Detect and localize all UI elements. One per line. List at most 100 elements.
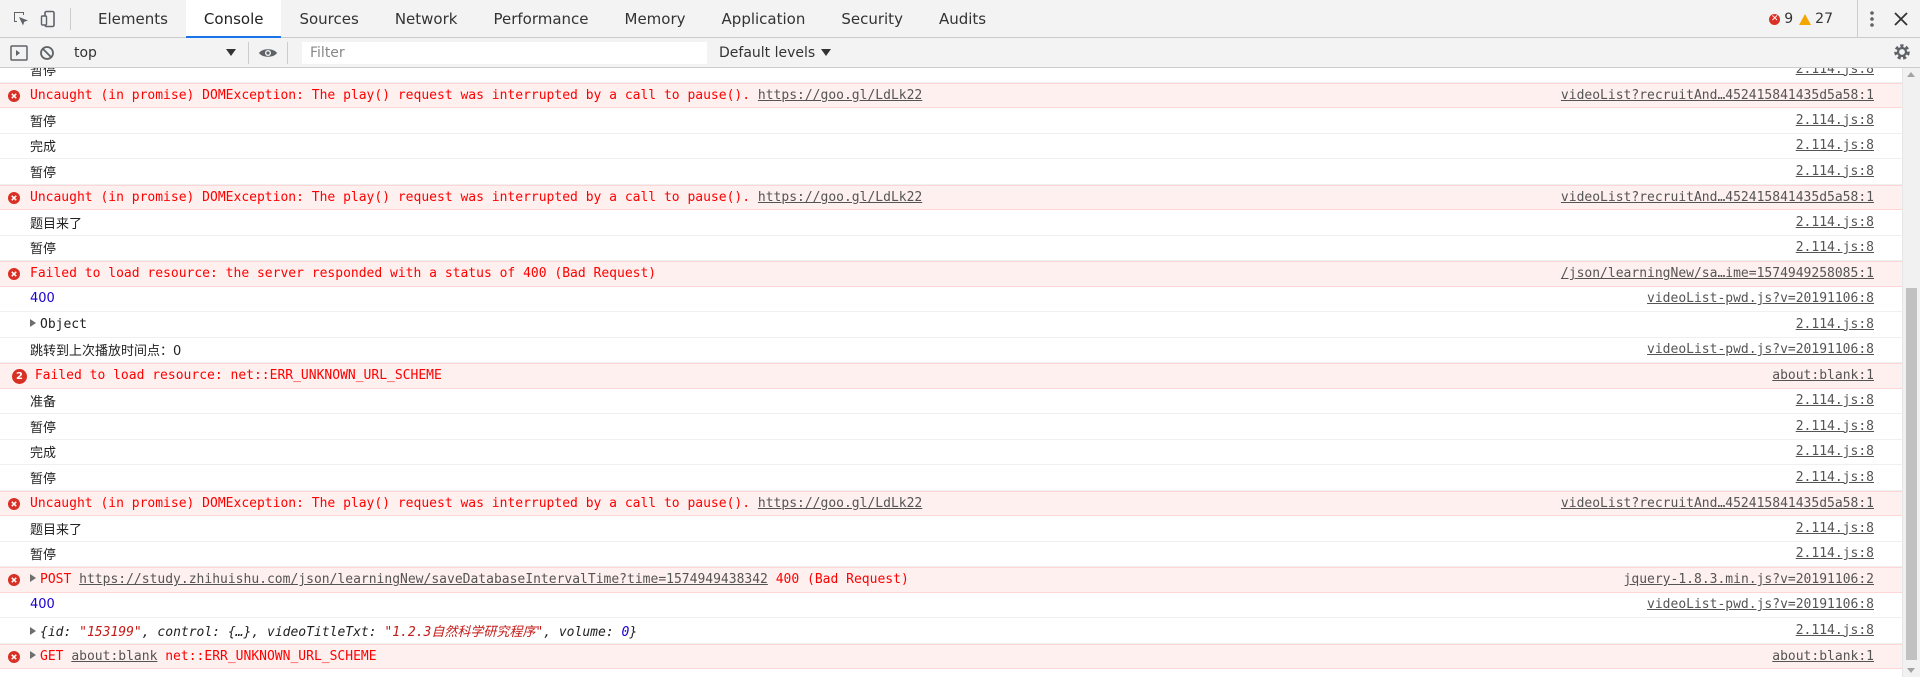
source-link[interactable]: videoList?recruitAnd…452415841435d5a58:1	[1561, 496, 1874, 511]
source-link[interactable]: 2.114.js:8	[1796, 623, 1874, 638]
source-link[interactable]: 2.114.js:8	[1796, 393, 1874, 408]
source-link[interactable]: 2.114.js:8	[1796, 113, 1874, 128]
request-status: 400 (Bad Request)	[767, 572, 909, 588]
source-link[interactable]: 2.114.js:8	[1796, 68, 1874, 77]
source-link[interactable]: about:blank:1	[1772, 368, 1874, 383]
request-url-link[interactable]: https://study.zhihuishu.com/json/learnin…	[79, 572, 768, 587]
console-scrollbar[interactable]	[1902, 68, 1920, 677]
error-help-link[interactable]: https://goo.gl/LdLk22	[758, 88, 922, 103]
console-log-row: 400 videoList-pwd.js?v=20191106:8	[0, 593, 1902, 618]
error-count: 9	[1784, 11, 1794, 27]
tab-elements[interactable]: Elements	[80, 0, 186, 38]
error-help-link[interactable]: https://goo.gl/LdLk22	[758, 190, 922, 205]
scroll-down-arrow-icon[interactable]	[1907, 668, 1915, 673]
source-link[interactable]: 2.114.js:8	[1796, 138, 1874, 153]
log-number: 400	[30, 291, 55, 307]
console-log-row: 跳转到上次播放时间点：0 videoList-pwd.js?v=20191106:…	[0, 338, 1902, 363]
source-link[interactable]: videoList-pwd.js?v=20191106:8	[1647, 342, 1874, 357]
log-message: 题目来了	[30, 522, 83, 538]
issue-counts[interactable]: ✕ 9 27	[1769, 11, 1839, 27]
tab-performance[interactable]: Performance	[475, 0, 606, 38]
source-link[interactable]: 2.114.js:8	[1796, 240, 1874, 255]
source-link[interactable]: 2.114.js:8	[1796, 215, 1874, 230]
source-link[interactable]: 2.114.js:8	[1796, 317, 1874, 332]
show-sidebar-icon[interactable]	[8, 42, 30, 64]
scrollbar-thumb[interactable]	[1906, 288, 1917, 660]
request-status: net::ERR_UNKNOWN_URL_SCHEME	[157, 648, 377, 664]
log-message: 题目来了	[30, 216, 83, 232]
source-link[interactable]: 2.114.js:8	[1796, 521, 1874, 536]
request-method: GET	[40, 648, 64, 664]
expand-triangle-icon[interactable]	[30, 650, 36, 659]
inspect-element-icon[interactable]	[10, 8, 32, 30]
error-icon-wrap	[8, 574, 20, 590]
tab-network[interactable]: Network	[377, 0, 476, 38]
source-link[interactable]: 2.114.js:8	[1796, 444, 1874, 459]
source-link[interactable]: videoList-pwd.js?v=20191106:8	[1647, 597, 1874, 612]
chevron-down-icon	[226, 48, 236, 56]
message-body: 完成	[30, 442, 56, 461]
panel-tabs: Elements Console Sources Network Performance…	[80, 0, 1004, 38]
log-message: 暂停	[30, 471, 57, 487]
message-body: {id: "153199", control: {…}, videoTitleT…	[30, 621, 637, 640]
object-key: , control: {…},	[141, 624, 267, 640]
filter-input[interactable]	[302, 41, 707, 64]
message-body: Uncaught (in promise) DOMException: The …	[30, 496, 922, 511]
object-string-value: "1.2.3自然科学研究程序"	[384, 624, 544, 640]
error-message: Uncaught (in promise) DOMException: The …	[30, 87, 758, 103]
console-settings-gear-icon[interactable]	[1892, 42, 1912, 66]
more-options-icon[interactable]	[1857, 0, 1886, 38]
source-link[interactable]: videoList-pwd.js?v=20191106:8	[1647, 291, 1874, 306]
log-message: 完成	[30, 140, 57, 156]
message-body: 题目来了	[30, 519, 82, 538]
device-toolbar-icon[interactable]	[38, 8, 60, 30]
log-levels-label: Default levels	[719, 44, 816, 61]
object-key: videoTitleTxt:	[267, 624, 385, 640]
source-link[interactable]: /json/learningNew/sa…ime=1574949258085:1	[1561, 266, 1874, 281]
request-url-link[interactable]: about:blank	[71, 649, 157, 664]
tab-sources[interactable]: Sources	[281, 0, 376, 38]
error-help-link[interactable]: https://goo.gl/LdLk22	[758, 496, 922, 511]
source-link[interactable]: videoList?recruitAnd…452415841435d5a58:1	[1561, 88, 1874, 103]
console-log-row: 题目来了 2.114.js:8	[0, 210, 1902, 236]
tab-audits[interactable]: Audits	[921, 0, 1004, 38]
log-levels-dropdown[interactable]: Default levels	[719, 44, 832, 61]
console-log-row: 暂停 2.114.js:8	[0, 108, 1902, 134]
close-devtools-icon[interactable]	[1886, 0, 1916, 38]
expand-triangle-icon[interactable]	[30, 574, 36, 583]
request-method: POST	[40, 572, 72, 588]
tab-memory[interactable]: Memory	[607, 0, 704, 38]
message-body: Uncaught (in promise) DOMException: The …	[30, 190, 922, 205]
clear-console-icon[interactable]	[36, 42, 58, 64]
log-message: 暂停	[30, 548, 57, 564]
source-link[interactable]: videoList?recruitAnd…452415841435d5a58:1	[1561, 190, 1874, 205]
error-icon-wrap	[8, 268, 20, 284]
log-message: 暂停	[30, 165, 57, 181]
console-log-row: 暂停 2.114.js:8	[0, 414, 1902, 440]
console-error-row: 2 Failed to load resource: net::ERR_UNKN…	[0, 363, 1902, 389]
source-link[interactable]: about:blank:1	[1772, 649, 1874, 664]
scroll-up-arrow-icon[interactable]	[1907, 72, 1915, 77]
source-link[interactable]: 2.114.js:8	[1796, 164, 1874, 179]
repeat-count-badge: 2	[12, 368, 27, 384]
source-link[interactable]: 2.114.js:8	[1796, 419, 1874, 434]
object-preview[interactable]: {id: "153199", control: {…}, videoTitleT…	[40, 625, 637, 640]
tab-console[interactable]: Console	[185, 0, 282, 38]
source-link[interactable]: 2.114.js:8	[1796, 470, 1874, 485]
console-error-row: Failed to load resource: the server resp…	[0, 261, 1902, 287]
expand-triangle-icon[interactable]	[30, 626, 36, 635]
console-error-row: Uncaught (in promise) DOMException: The …	[0, 184, 1902, 210]
toolbar-divider	[248, 41, 249, 64]
error-message: Uncaught (in promise) DOMException: The …	[30, 495, 758, 511]
context-selector[interactable]: top	[70, 42, 240, 64]
tab-application[interactable]: Application	[704, 0, 824, 38]
error-icon	[8, 89, 20, 102]
live-expression-eye-icon[interactable]	[257, 42, 279, 64]
error-icon	[8, 497, 20, 510]
source-link[interactable]: 2.114.js:8	[1796, 546, 1874, 561]
source-link[interactable]: jquery-1.8.3.min.js?v=20191106:2	[1624, 572, 1874, 587]
expand-triangle-icon[interactable]	[30, 318, 36, 327]
tab-security[interactable]: Security	[823, 0, 921, 38]
object-label[interactable]: Object	[40, 317, 87, 332]
console-log-row: 暂停 2.114.js:8	[0, 465, 1902, 491]
